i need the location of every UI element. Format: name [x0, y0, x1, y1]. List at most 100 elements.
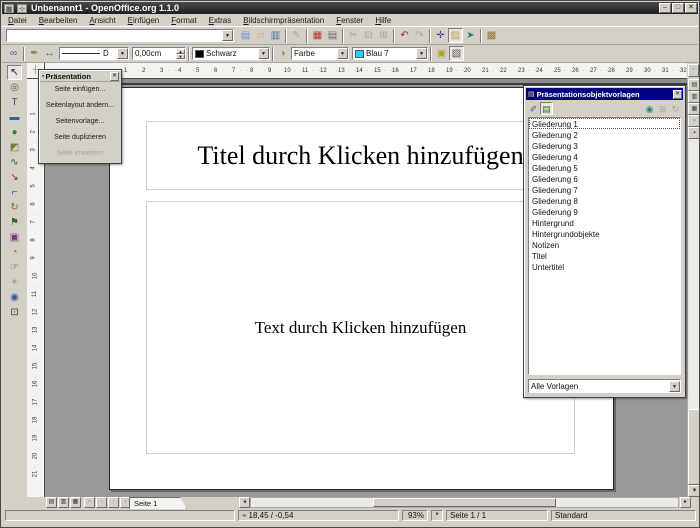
curve-icon[interactable]: ∿ — [7, 155, 22, 170]
presentation-styles-icon[interactable]: ▤ — [540, 102, 553, 115]
style-item-titel[interactable]: Titel — [529, 250, 680, 261]
export-pdf-icon[interactable]: ▦ — [310, 28, 325, 43]
style-item-gliederung-4[interactable]: Gliederung 4 — [529, 151, 680, 162]
text-icon[interactable]: T — [7, 95, 22, 110]
helplines-icon[interactable]: ▧ — [449, 46, 464, 61]
style-item-hintergrundobjekte[interactable]: Hintergrundobjekte — [529, 228, 680, 239]
line-color-dropdown-icon[interactable]: ▼ — [258, 48, 269, 59]
navigator-icon[interactable]: ✛ — [433, 28, 448, 43]
style-list[interactable]: Gliederung 1Gliederung 2Gliederung 3Glie… — [528, 117, 681, 375]
hyperlink-icon[interactable]: ➤ — [463, 28, 478, 43]
outline-view-button[interactable]: ▥ — [688, 91, 700, 103]
effects-icon[interactable]: ◔ — [7, 245, 22, 260]
scroll-down-icon[interactable]: ▼ — [688, 485, 700, 497]
style-filter-combobox[interactable]: Alle Vorlagen ▼ — [528, 379, 681, 393]
presentation-icon[interactable]: ⊡ — [7, 305, 22, 320]
slides-view-button[interactable]: ▦ — [688, 103, 700, 115]
vertical-scrollbar[interactable]: ▤▥▦▫▪ ▼ — [687, 79, 700, 497]
menu-bildschirmpr-sentation[interactable]: Bildschirmpräsentation — [237, 15, 330, 26]
window-titlebar[interactable]: ▦ ⊹ Unbenannt1 - OpenOffice.org 1.1.0 –□… — [2, 2, 698, 14]
stylist-titlebar[interactable]: ▤ Präsentationsobjektvorlagen ✕ — [526, 88, 683, 100]
undo-icon[interactable]: ↶ — [397, 28, 412, 43]
menu-hilfe[interactable]: Hilfe — [369, 15, 397, 26]
menu-einf-gen[interactable]: Einfügen — [122, 15, 166, 26]
line-width-field[interactable]: 0,00cm ▲▼ — [132, 47, 186, 60]
fill-color-dropdown-icon[interactable]: ▼ — [416, 48, 427, 59]
notes-view-button[interactable]: ▫ — [688, 115, 700, 127]
title-placeholder[interactable]: Titel durch Klicken hinzufügen — [146, 121, 575, 190]
menu-fenster[interactable]: Fenster — [330, 15, 369, 26]
presentation-palette-titlebar[interactable]: ▪ Präsentation ✕ — [40, 71, 120, 82]
fill-type-dropdown-icon[interactable]: ▼ — [337, 48, 348, 59]
horizontal-scrollbar[interactable] — [250, 497, 679, 508]
horizontal-ruler[interactable]: 1··2··3··4··5··6··7··8··9··10··11··12··1… — [45, 63, 687, 79]
fill-type-combobox[interactable]: Farbe ▼ — [291, 47, 349, 60]
master-mode-button[interactable]: ▥ — [58, 497, 69, 508]
palette-item-seitenlayout-ndern[interactable]: Seitenlayout ändern... — [40, 98, 120, 114]
new-document-icon[interactable]: ▤ — [238, 28, 253, 43]
connector-icon[interactable]: ⌐ — [7, 185, 22, 200]
edit-points-icon[interactable]: ∞ — [6, 46, 21, 61]
style-item-gliederung-1[interactable]: Gliederung 1 — [529, 118, 680, 129]
style-item-untertitel[interactable]: Untertitel — [529, 261, 680, 272]
rectangle-icon[interactable]: ▬ — [7, 110, 22, 125]
vertical-scrollbar-thumb[interactable] — [688, 409, 700, 485]
scroll-right-icon[interactable]: ▸ — [680, 497, 691, 508]
graphic-styles-icon[interactable]: ✐ — [527, 102, 540, 115]
print-icon[interactable]: ▤ — [325, 28, 340, 43]
text-placeholder[interactable]: Text durch Klicken hinzufügen — [146, 201, 575, 454]
tab-seite-1[interactable]: Seite 1 — [129, 497, 187, 509]
url-input[interactable] — [9, 31, 220, 40]
minimize-icon[interactable]: – — [659, 3, 671, 13]
style-item-notizen[interactable]: Notizen — [529, 239, 680, 250]
line-style-dropdown-icon[interactable]: ▼ — [117, 48, 128, 59]
stylist-icon[interactable]: ▨ — [448, 28, 463, 43]
gallery-icon[interactable]: ▩ — [484, 28, 499, 43]
close-icon[interactable]: ✕ — [685, 3, 697, 13]
style-item-gliederung-3[interactable]: Gliederung 3 — [529, 140, 680, 151]
palette-item-seite-einf-gen[interactable]: Seite einfügen... — [40, 82, 120, 98]
style-item-hintergrund[interactable]: Hintergrund — [529, 217, 680, 228]
style-item-gliederung-5[interactable]: Gliederung 5 — [529, 162, 680, 173]
scroll-left-icon[interactable]: ◂ — [239, 497, 250, 508]
style-item-gliederung-7[interactable]: Gliederung 7 — [529, 184, 680, 195]
style-item-gliederung-2[interactable]: Gliederung 2 — [529, 129, 680, 140]
select-icon[interactable]: ↖ — [7, 65, 22, 80]
fill-color-combobox[interactable]: Blau 7 ▼ — [352, 47, 428, 60]
style-item-gliederung-9[interactable]: Gliederung 9 — [529, 206, 680, 217]
layer-mode-button[interactable]: ▦ — [70, 497, 81, 508]
presentation-palette[interactable]: ▪ Präsentation ✕ Seite einfügen...Seiten… — [38, 69, 122, 164]
alignment-icon[interactable]: ⚑ — [7, 215, 22, 230]
rotate-icon[interactable]: ↻ — [7, 200, 22, 215]
url-dropdown-icon[interactable]: ▼ — [222, 30, 233, 41]
fill-format-mode-icon[interactable]: ◉ — [643, 102, 656, 115]
palette-item-seite-duplizieren[interactable]: Seite duplizieren — [40, 130, 120, 146]
restore-icon[interactable]: □ — [672, 3, 684, 13]
shadow-icon[interactable]: ▣ — [434, 46, 449, 61]
line-width-stepper[interactable]: ▲▼ — [176, 49, 185, 59]
3d-objects-icon[interactable]: ◩ — [7, 140, 22, 155]
page-mode-button[interactable]: ▤ — [46, 497, 57, 508]
menu-format[interactable]: Format — [165, 15, 202, 26]
arrow-ends-icon[interactable]: ↔ — [42, 46, 57, 61]
url-combobox[interactable]: ▼ — [6, 29, 234, 42]
style-item-gliederung-6[interactable]: Gliederung 6 — [529, 173, 680, 184]
open-icon[interactable]: ▱ — [253, 28, 268, 43]
palette-close-icon[interactable]: ✕ — [110, 72, 119, 81]
menu-extras[interactable]: Extras — [203, 15, 238, 26]
stylist-window[interactable]: ▤ Präsentationsobjektvorlagen ✕ ✐▤◉⊞↻ Gl… — [523, 85, 686, 398]
line-icon[interactable]: ✒ — [27, 46, 42, 61]
handout-view-button[interactable]: ▪ — [688, 127, 700, 139]
menu-bearbeiten[interactable]: Bearbeiten — [33, 15, 84, 26]
3d-controller-icon[interactable]: ◉ — [7, 290, 22, 305]
lines-arrows-icon[interactable]: ↘ — [7, 170, 22, 185]
stylist-close-icon[interactable]: ✕ — [673, 90, 682, 99]
drawing-view-button[interactable]: ▤ — [688, 79, 700, 91]
arrange-icon[interactable]: ▣ — [7, 230, 22, 245]
menu-ansicht[interactable]: Ansicht — [83, 15, 121, 26]
save-icon[interactable]: ▥ — [268, 28, 283, 43]
ellipse-icon[interactable]: ● — [7, 125, 22, 140]
line-style-combobox[interactable]: D ▼ — [59, 47, 129, 60]
ruler-corner-button[interactable]: ▫ — [688, 64, 699, 77]
interaction-icon[interactable]: ☞ — [7, 260, 22, 275]
